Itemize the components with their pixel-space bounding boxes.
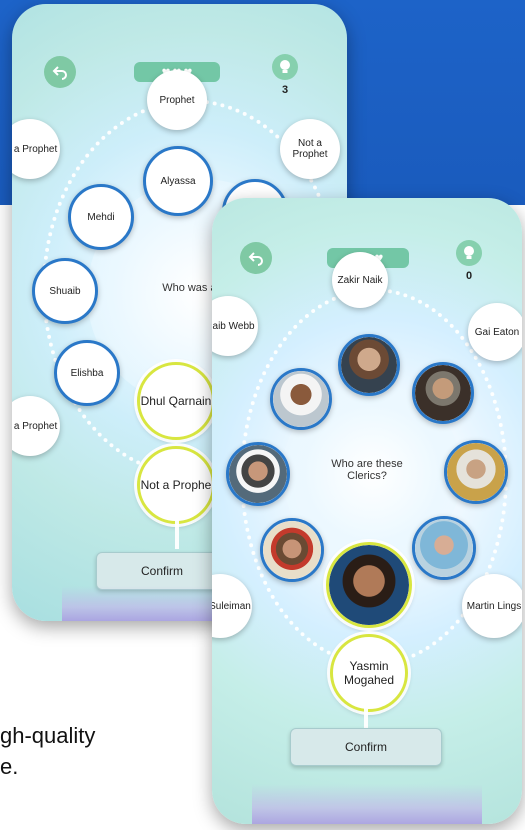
hint-count: 3: [282, 84, 289, 96]
name-option[interactable]: Martin Lings: [462, 574, 522, 638]
cleric-portrait[interactable]: [444, 440, 508, 504]
caption-line-2: e.: [0, 754, 19, 779]
back-button[interactable]: [240, 242, 272, 274]
hint-button[interactable]: [456, 240, 482, 266]
name-option[interactable]: Gai Eaton: [468, 303, 522, 361]
cleric-portrait[interactable]: [270, 368, 332, 430]
answer-option[interactable]: ot a Prophet: [12, 119, 60, 179]
phone-screen-clerics: ♥ ♥ ♥ 0 Zakir Naik uhaib Webb Gai Eaton …: [212, 198, 522, 824]
cleric-portrait[interactable]: [412, 362, 474, 424]
name-option[interactable]: mar Suleiman: [212, 574, 252, 638]
stem-line: [175, 519, 179, 549]
answer-option[interactable]: Not a Prophet: [280, 119, 340, 179]
open-book-decoration: [252, 784, 482, 824]
back-arrow-icon: [248, 252, 263, 266]
cleric-portrait[interactable]: [338, 334, 400, 396]
confirm-button[interactable]: Confirm: [96, 552, 228, 590]
cleric-portrait[interactable]: [260, 518, 324, 582]
name-option[interactable]: uhaib Webb: [212, 296, 258, 356]
hint-button[interactable]: [272, 54, 298, 80]
caption-line-1: gh-quality: [0, 723, 96, 748]
answer-option[interactable]: ot a Prophet: [12, 396, 60, 456]
caption-text: gh-quality e.: [0, 720, 95, 782]
selected-answer[interactable]: Not a Prophe: [137, 446, 215, 524]
name-option[interactable]: Zakir Naik: [332, 252, 388, 308]
selected-name[interactable]: Yasmin Mogahed: [330, 634, 408, 712]
back-arrow-icon: [52, 66, 67, 80]
stem-line: [364, 706, 368, 730]
answer-option[interactable]: Elishba: [54, 340, 120, 406]
answer-option[interactable]: Alyassa: [143, 146, 213, 216]
answer-option[interactable]: Mehdi: [68, 184, 134, 250]
answer-option[interactable]: Prophet: [147, 70, 207, 130]
selected-answer[interactable]: Dhul Qarnain: [137, 362, 215, 440]
lightbulb-icon: [280, 60, 290, 73]
hint-count: 0: [466, 270, 473, 282]
answer-option[interactable]: Shuaib: [32, 258, 98, 324]
cleric-portrait[interactable]: [412, 516, 476, 580]
cleric-portrait[interactable]: [226, 442, 290, 506]
confirm-button[interactable]: Confirm: [290, 728, 442, 766]
back-button[interactable]: [44, 56, 76, 88]
selected-portrait[interactable]: [326, 542, 412, 628]
question-text: Who are these Clerics?: [331, 458, 403, 482]
lightbulb-icon: [464, 246, 474, 259]
